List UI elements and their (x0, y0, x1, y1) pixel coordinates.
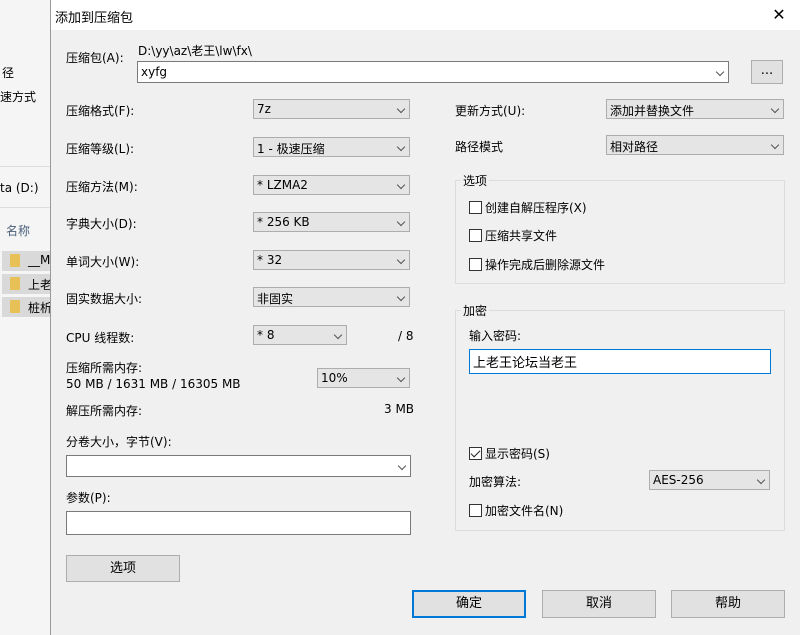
archive-name-combo[interactable]: xyfg (137, 61, 729, 83)
volume-combo[interactable] (66, 455, 411, 477)
bg-drive-label[interactable]: ta (D:) (0, 181, 52, 195)
shared-checkbox[interactable] (469, 229, 482, 242)
show-password-checkbox[interactable] (469, 447, 482, 460)
bg-file-item[interactable]: __M (2, 251, 52, 271)
close-icon[interactable]: ✕ (765, 2, 793, 28)
params-field[interactable] (66, 511, 411, 535)
bg-divider (0, 207, 52, 208)
archive-name-value: xyfg (141, 65, 168, 79)
sfx-checkbox[interactable] (469, 201, 482, 214)
update-select[interactable]: 添加并替换文件 (606, 99, 784, 119)
word-label: 单词大小(W): (66, 255, 140, 269)
bg-file-item[interactable]: 上老 (2, 274, 52, 294)
update-label: 更新方式(U): (455, 104, 526, 118)
format-label: 压缩格式(F): (66, 104, 135, 118)
bg-label: 速方式 (0, 90, 37, 104)
shared-label[interactable]: 压缩共享文件 (485, 227, 557, 244)
method-label: 压缩方法(M): (66, 180, 138, 194)
sfx-label[interactable]: 创建自解压程序(X) (485, 199, 587, 216)
bg-divider (0, 166, 52, 167)
chevron-down-icon (396, 180, 406, 190)
archive-path: D:\yy\az\老王\lw\fx\ (138, 44, 252, 58)
bg-file-item[interactable]: 桩析 (2, 297, 52, 317)
cpu-label: CPU 线程数: (66, 331, 135, 345)
add-to-archive-dialog: 添加到压缩包 ✕ 压缩包(A): D:\yy\az\老王\lw\fx\ xyfg… (50, 0, 800, 635)
chevron-down-icon (396, 255, 406, 265)
path-mode-select[interactable]: 相对路径 (606, 135, 784, 155)
params-label: 参数(P): (66, 491, 111, 505)
decompress-memory-value: 3 MB (384, 402, 415, 416)
method-select[interactable]: * LZMA2 (253, 175, 410, 195)
path-mode-label: 路径模式 (455, 140, 504, 154)
cancel-button[interactable]: 取消 (542, 590, 656, 618)
params-input[interactable] (67, 512, 410, 534)
title-bar: 添加到压缩包 ✕ (51, 0, 800, 30)
encryption-method-select[interactable]: AES-256 (649, 470, 770, 490)
volume-label: 分卷大小，字节(V): (66, 435, 172, 449)
dialog-title: 添加到压缩包 (55, 11, 134, 26)
bg-column-header[interactable]: 名称 (6, 222, 52, 239)
password-field[interactable] (469, 349, 771, 374)
solid-label: 固实数据大小: (66, 292, 143, 306)
chevron-down-icon (396, 292, 406, 302)
folder-icon (10, 254, 20, 267)
chevron-down-icon (770, 104, 780, 114)
options-button[interactable]: 选项 (66, 555, 180, 582)
encryption-group-title: 加密 (461, 302, 490, 319)
memory-detail: 50 MB / 1631 MB / 16305 MB (66, 377, 241, 391)
folder-icon (10, 300, 20, 313)
encrypt-names-label[interactable]: 加密文件名(N) (485, 502, 563, 519)
encryption-method-label: 加密算法: (469, 475, 522, 489)
level-label: 压缩等级(L): (66, 142, 135, 156)
memory-select[interactable]: 10% (317, 368, 410, 388)
dict-select[interactable]: * 256 KB (253, 212, 410, 232)
options-group-title: 选项 (461, 172, 490, 189)
ok-button[interactable]: 确定 (412, 590, 526, 618)
help-button[interactable]: 帮助 (671, 590, 785, 618)
chevron-down-icon (396, 142, 406, 152)
chevron-down-icon (397, 461, 407, 471)
format-select[interactable]: 7z (253, 99, 410, 119)
folder-icon (10, 277, 20, 290)
word-select[interactable]: * 32 (253, 250, 410, 270)
browse-button[interactable]: ... (751, 60, 783, 84)
level-select[interactable]: 1 - 极速压缩 (253, 137, 410, 157)
bg-label: 径 (2, 66, 15, 80)
memory-label: 压缩所需内存: (66, 361, 143, 375)
chevron-down-icon (396, 373, 406, 383)
cpu-max: / 8 (398, 329, 414, 343)
chevron-down-icon (333, 330, 343, 340)
encrypt-names-checkbox[interactable] (469, 504, 482, 517)
delete-source-checkbox[interactable] (469, 258, 482, 271)
dict-label: 字典大小(D): (66, 217, 137, 231)
password-label: 输入密码: (469, 329, 522, 343)
solid-select[interactable]: 非固实 (253, 287, 410, 307)
background-window: 径 速方式 ta (D:) 名称 __M 上老 桩析 (0, 0, 52, 635)
chevron-down-icon (770, 140, 780, 150)
show-password-label[interactable]: 显示密码(S) (485, 445, 550, 462)
chevron-down-icon[interactable] (715, 67, 725, 77)
archive-label: 压缩包(A): (66, 51, 124, 65)
chevron-down-icon (396, 217, 406, 227)
decompress-memory-label: 解压所需内存: (66, 404, 143, 418)
chevron-down-icon (756, 475, 766, 485)
password-input[interactable] (470, 350, 770, 373)
delete-source-label[interactable]: 操作完成后删除源文件 (485, 256, 605, 273)
chevron-down-icon (396, 104, 406, 114)
cpu-select[interactable]: * 8 (253, 325, 347, 345)
